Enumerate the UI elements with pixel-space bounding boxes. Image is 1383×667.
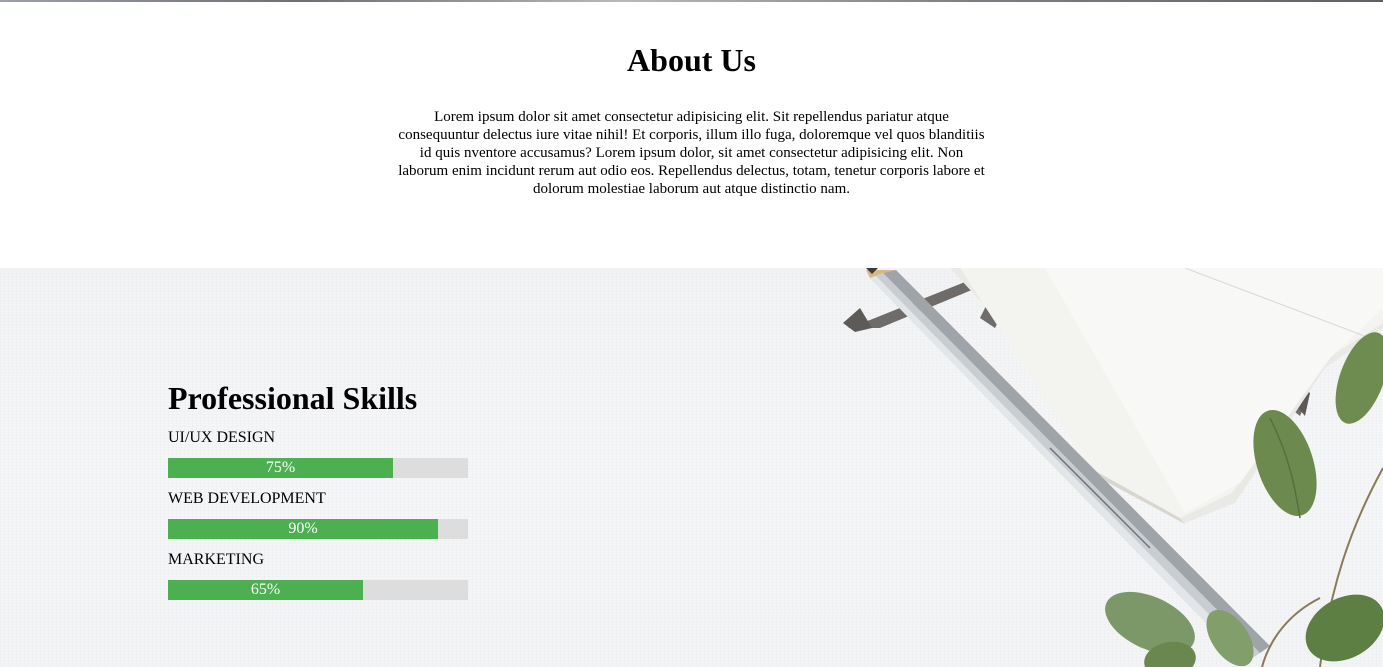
skills-title: Professional Skills [168,380,418,416]
skill-bar-web-development: 90% [168,519,468,539]
skill-bar-fill: 75% [168,458,393,478]
skill-bar-ui-ux: 75% [168,458,468,478]
skill-bar-marketing: 65% [168,580,468,600]
skill-bar-fill: 65% [168,580,363,600]
skill-label-web-development: WEB DEVELOPMENT [168,490,326,507]
top-edge-strip [0,0,1383,2]
about-section: About Us Lorem ipsum dolor sit amet cons… [0,0,1383,268]
skill-label-marketing: MARKETING [168,551,264,568]
skill-bar-fill: 90% [168,519,438,539]
about-text: Lorem ipsum dolor sit amet consectetur a… [398,109,985,197]
about-title: About Us [627,42,756,78]
skills-panel: Professional Skills UI/UX DESIGN 75% WEB… [168,378,468,600]
skills-section: Professional Skills UI/UX DESIGN 75% WEB… [0,268,1383,667]
skill-label-ui-ux: UI/UX DESIGN [168,429,276,446]
